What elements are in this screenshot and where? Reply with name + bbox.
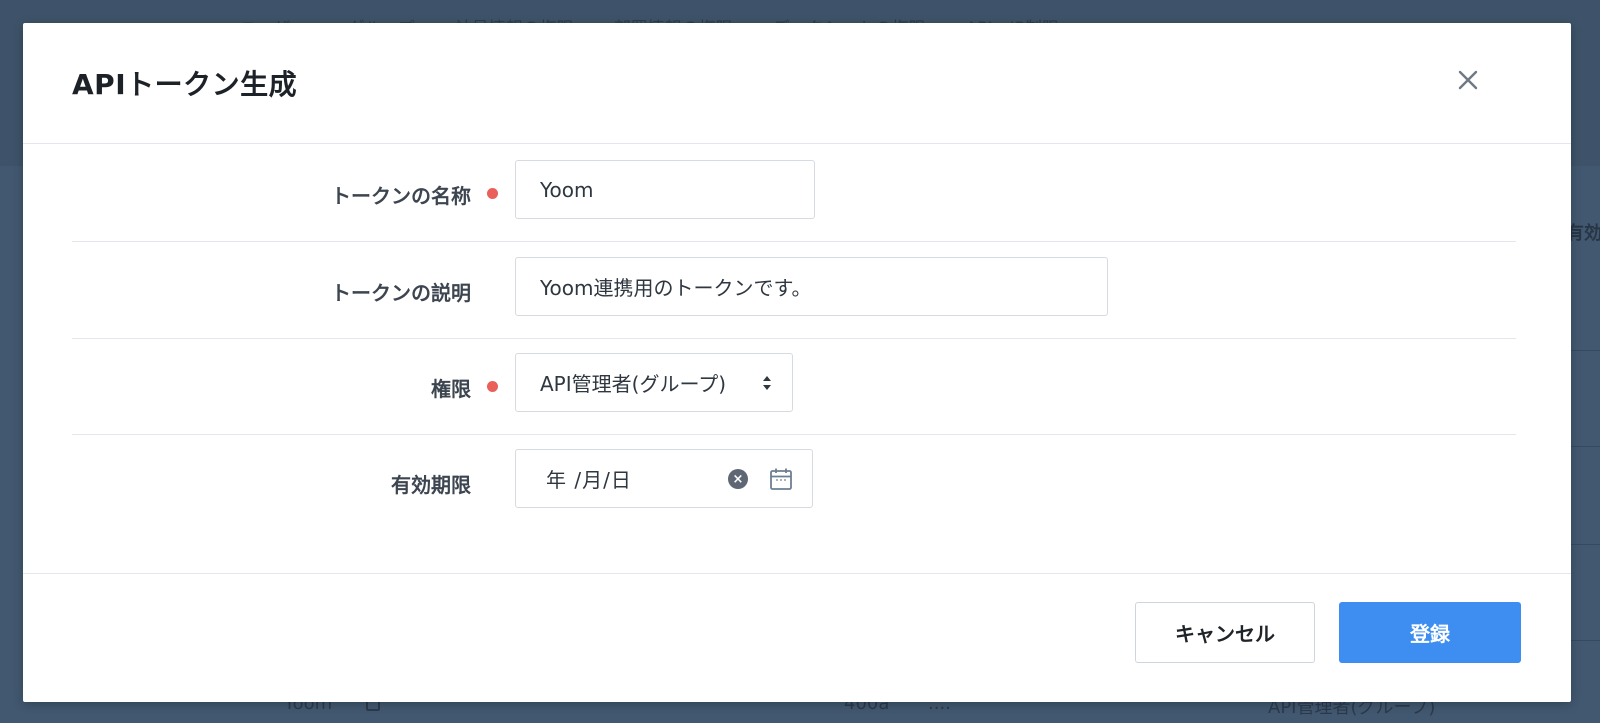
- clear-date-button[interactable]: ×: [728, 469, 748, 489]
- close-icon: [1458, 70, 1478, 90]
- api-token-dialog: APIトークン生成 トークンの名称 トークンの説明 権限 API管理者(グループ…: [23, 23, 1571, 702]
- select-arrows-icon: [763, 376, 771, 390]
- form-row-token-description: トークンの説明: [72, 241, 1516, 339]
- calendar-icon[interactable]: [769, 467, 793, 491]
- expiry-date-placeholder: 年 /月/日: [546, 468, 632, 492]
- table-divider: [1568, 446, 1600, 447]
- close-button[interactable]: [1453, 65, 1483, 95]
- dialog-header: APIトークン生成: [23, 23, 1571, 144]
- token-description-label: トークンの説明: [331, 281, 471, 305]
- form-row-token-name: トークンの名称: [72, 144, 1516, 242]
- required-indicator: [487, 188, 498, 199]
- expiry-label: 有効期限: [391, 473, 471, 497]
- table-divider: [1568, 640, 1600, 641]
- token-name-label: トークンの名称: [331, 184, 471, 208]
- token-description-field[interactable]: [515, 257, 1108, 316]
- permission-label: 権限: [431, 377, 471, 401]
- token-description-input[interactable]: [540, 274, 1083, 299]
- form-row-permission: 権限 API管理者(グループ): [72, 337, 1516, 435]
- token-name-field[interactable]: [515, 160, 815, 219]
- dialog-footer: キャンセル 登録: [23, 573, 1571, 702]
- table-divider: [1568, 350, 1600, 351]
- table-column-header: 有効期: [1566, 223, 1600, 244]
- token-name-input[interactable]: [540, 177, 790, 202]
- permission-select[interactable]: API管理者(グループ): [515, 353, 793, 412]
- required-indicator: [487, 381, 498, 392]
- dialog-title: APIトークン生成: [72, 68, 298, 101]
- expiry-date-field[interactable]: 年 /月/日 ×: [515, 449, 813, 508]
- table-divider: [1568, 544, 1600, 545]
- permission-selected-value: API管理者(グループ): [540, 372, 727, 396]
- form-row-expiry: 有効期限 年 /月/日 ×: [72, 433, 1516, 531]
- submit-button[interactable]: 登録: [1339, 602, 1521, 663]
- clear-icon: ×: [732, 471, 744, 487]
- cancel-button[interactable]: キャンセル: [1135, 602, 1315, 663]
